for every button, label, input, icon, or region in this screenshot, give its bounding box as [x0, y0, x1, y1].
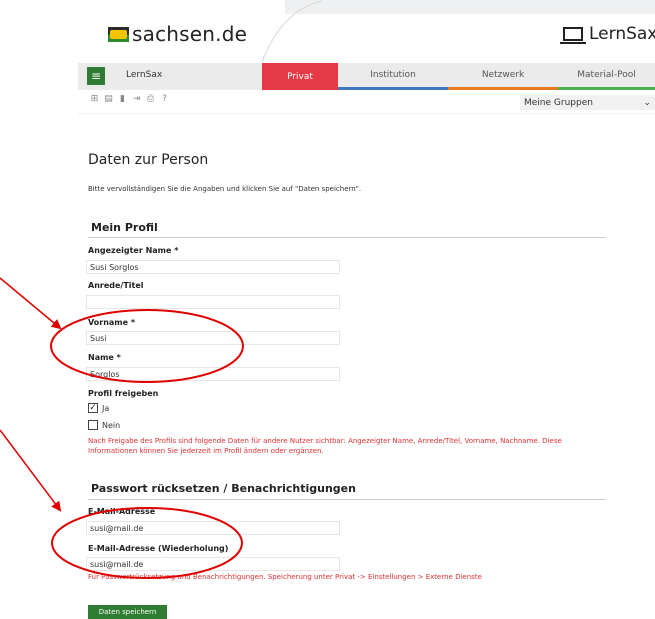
profile-heading-rule — [88, 237, 606, 238]
password-heading-rule — [88, 499, 606, 500]
password-heading: Passwort rücksetzen / Benachrichtigungen — [91, 482, 356, 495]
email-repeat-input[interactable]: susi@mail.de — [86, 557, 340, 571]
share-yes-label: Ja — [102, 404, 110, 413]
tab-institution[interactable]: Institution — [338, 63, 448, 90]
groups-select-value: Meine Gruppen — [524, 97, 593, 108]
site-header — [0, 0, 655, 62]
chevron-down-icon: ⌄ — [643, 97, 651, 108]
firstname-input[interactable]: Susi — [86, 331, 340, 345]
lastname-input[interactable]: Sorglos — [86, 367, 340, 381]
page-title: Daten zur Person — [88, 152, 209, 168]
display-name-label: Angezeigter Name * — [88, 246, 179, 255]
email-note: Für Passwortrücksetzung und Benachrichti… — [88, 573, 482, 581]
toolbar: ⊞ ▤ ▮ ⇥ ⎙ ? — [90, 95, 169, 104]
main-nav: ≡ LernSax Privat Institution Netzwerk Ma… — [78, 63, 655, 90]
annotation-arrow-email — [0, 429, 62, 512]
share-no-checkbox[interactable] — [88, 420, 98, 430]
divider — [78, 113, 655, 114]
print-icon[interactable]: ⎙ — [146, 95, 155, 104]
share-yes-checkbox[interactable]: ✓ — [88, 403, 98, 413]
tab-netzwerk[interactable]: Netzwerk — [448, 63, 558, 90]
lernsax-brand-link[interactable]: LernSax — [560, 24, 655, 44]
email-repeat-label: E-Mail-Adresse (Wiederholung) — [88, 544, 229, 553]
help-icon[interactable]: ? — [160, 95, 169, 104]
profile-heading: Mein Profil — [91, 221, 158, 234]
notes-icon[interactable]: ▤ — [104, 95, 113, 104]
logout-icon[interactable]: ⇥ — [132, 95, 141, 104]
groups-select[interactable]: Meine Gruppen ⌄ — [520, 95, 655, 110]
share-profile-label: Profil freigeben — [88, 389, 159, 398]
lastname-label: Name * — [88, 353, 121, 362]
nav-app-name[interactable]: LernSax — [126, 70, 162, 80]
tab-material-pool[interactable]: Material-Pool — [558, 63, 655, 90]
tab-privat[interactable]: Privat — [262, 63, 338, 90]
share-note: Nach Freigabe des Profils sind folgende … — [88, 437, 562, 455]
display-name-input[interactable]: Susi Sorglos — [86, 260, 340, 274]
bookmark-icon[interactable]: ▮ — [118, 95, 127, 104]
brand-right-text: LernSax — [589, 24, 655, 44]
saxony-flag-icon — [108, 26, 129, 42]
intro-text: Bitte vervollständigen Sie die Angaben u… — [88, 185, 362, 193]
title-input[interactable] — [86, 295, 340, 309]
logo-text: sachsen.de — [132, 22, 248, 46]
firstname-label: Vorname * — [88, 318, 136, 327]
header-band — [285, 0, 655, 14]
email-input[interactable]: susi@mail.de — [86, 521, 340, 535]
laptop-icon — [560, 27, 586, 44]
annotation-arrow-name — [0, 277, 62, 330]
share-no-label: Nein — [102, 421, 121, 430]
sitemap-icon[interactable]: ⊞ — [90, 95, 99, 104]
title-label: Anrede/Titel — [88, 281, 144, 290]
header-divider-curve — [262, 0, 322, 62]
email-label: E-Mail-Adresse — [88, 507, 156, 516]
menu-icon[interactable]: ≡ — [87, 67, 105, 85]
sachsen-logo[interactable]: sachsen.de — [108, 22, 247, 46]
